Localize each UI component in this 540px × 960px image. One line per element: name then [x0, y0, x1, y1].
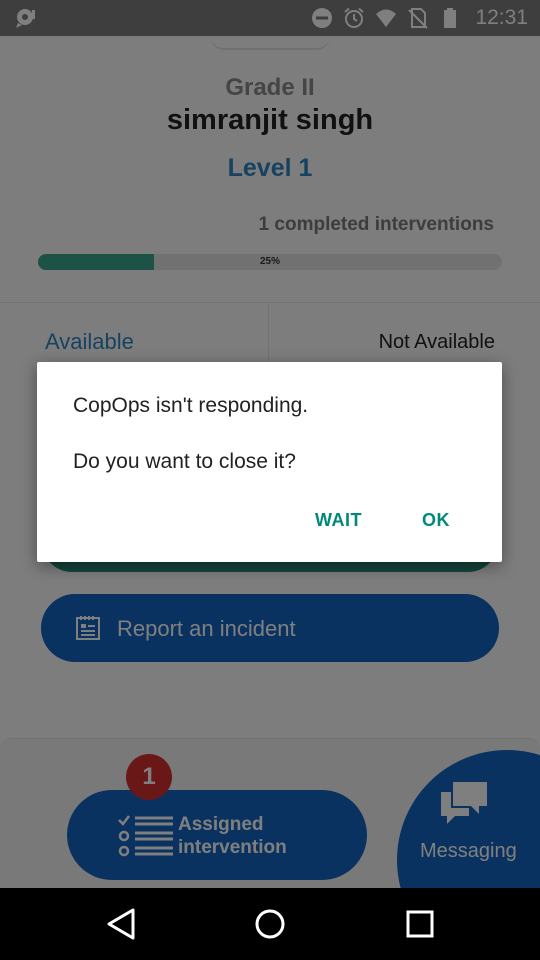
recent-apps-icon[interactable] [402, 906, 438, 942]
ok-button[interactable]: OK [414, 502, 458, 538]
dialog-message: Do you want to close it? [73, 450, 296, 473]
wait-button[interactable]: WAIT [307, 502, 370, 538]
back-icon[interactable] [103, 906, 139, 942]
home-icon[interactable] [252, 906, 288, 942]
navigation-bar [0, 888, 540, 960]
dialog-title: CopOps isn't responding. [73, 394, 309, 417]
app-not-responding-dialog: CopOps isn't responding. Do you want to … [37, 362, 502, 562]
